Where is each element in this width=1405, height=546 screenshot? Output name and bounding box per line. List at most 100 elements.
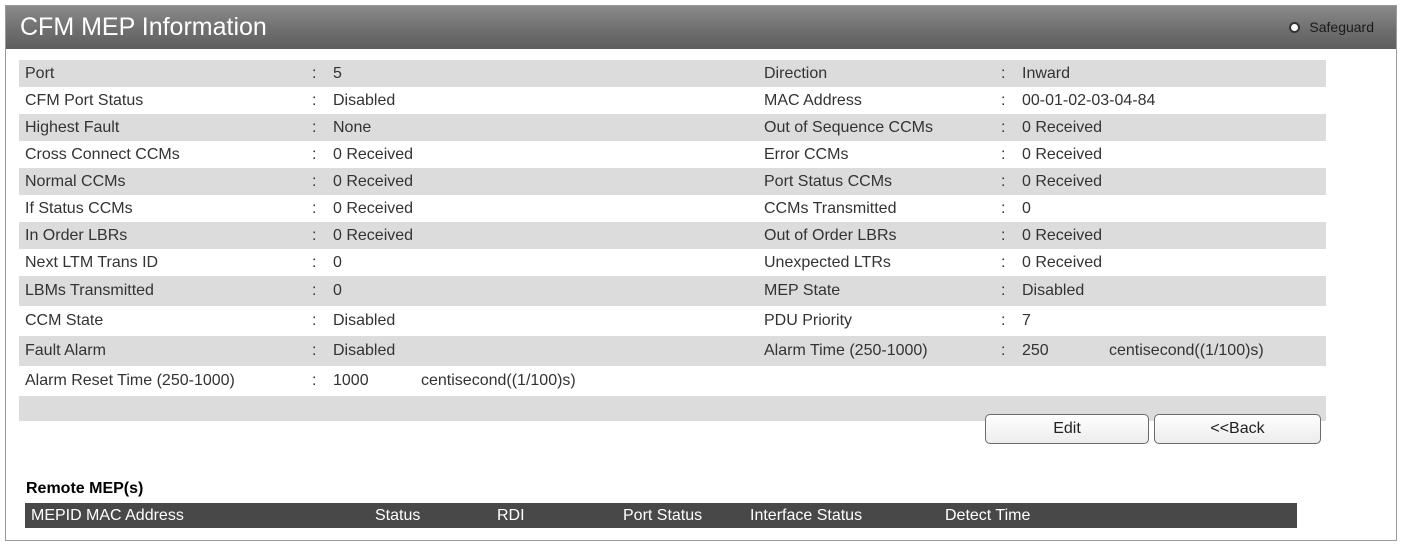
info-row: Alarm Reset Time (250-1000) : 1000 centi… xyxy=(19,366,1326,396)
field-value: 00-01-02-03-04-84 xyxy=(1022,92,1156,109)
field-colon: : xyxy=(1001,254,1006,271)
column-header-detect-time: Detect Time xyxy=(945,507,1031,524)
info-row: Next LTM Trans ID : 0 Unexpected LTRs : … xyxy=(19,249,1326,276)
field-unit: centisecond((1/100)s) xyxy=(421,372,576,389)
field-label: Port xyxy=(25,65,55,82)
field-colon: : xyxy=(1001,119,1006,136)
field-label: Out of Sequence CCMs xyxy=(764,119,933,136)
field-value: 0 xyxy=(333,254,342,271)
back-button[interactable]: <<Back xyxy=(1154,414,1321,444)
field-unit: centisecond((1/100)s) xyxy=(1109,342,1264,359)
field-label: If Status CCMs xyxy=(25,200,133,217)
safeguard-icon xyxy=(1289,21,1301,33)
field-value: Disabled xyxy=(1022,282,1085,299)
field-value: 7 xyxy=(1022,312,1031,329)
field-colon: : xyxy=(312,282,317,299)
info-row: Fault Alarm : Disabled Alarm Time (250-1… xyxy=(19,336,1326,366)
field-value: 0 Received xyxy=(1022,173,1103,190)
field-value: 0 Received xyxy=(1022,227,1103,244)
remote-mep-title: Remote MEP(s) xyxy=(26,480,144,497)
field-value: 0 xyxy=(333,282,342,299)
column-header-rdi: RDI xyxy=(497,507,525,524)
field-colon: : xyxy=(1001,92,1006,109)
field-label: PDU Priority xyxy=(764,312,853,329)
safeguard-label: Safeguard xyxy=(1309,19,1374,35)
field-colon: : xyxy=(1001,342,1006,359)
field-colon: : xyxy=(312,119,317,136)
field-colon: : xyxy=(1001,282,1006,299)
remote-mep-table-header: MEPID MAC Address Status RDI Port Status… xyxy=(25,503,1297,528)
column-header-port-status: Port Status xyxy=(623,507,703,524)
field-colon: : xyxy=(1001,65,1006,82)
field-colon: : xyxy=(312,227,317,244)
field-label: In Order LBRs xyxy=(25,227,128,244)
info-row: LBMs Transmitted : 0 MEP State : Disable… xyxy=(19,276,1326,306)
field-colon: : xyxy=(312,372,317,389)
field-value: Inward xyxy=(1022,65,1071,82)
field-value: Disabled xyxy=(333,312,396,329)
field-label: Alarm Reset Time (250-1000) xyxy=(25,372,235,389)
column-header-mepid: MEPID xyxy=(31,507,82,524)
field-value: 5 xyxy=(333,65,342,82)
field-label: Unexpected LTRs xyxy=(764,254,891,271)
edit-button[interactable]: Edit xyxy=(985,414,1149,444)
page-title: CFM MEP Information xyxy=(20,13,267,41)
field-colon: : xyxy=(312,254,317,271)
field-value: 0 Received xyxy=(1022,254,1103,271)
field-value: 0 Received xyxy=(333,146,414,163)
field-label: Direction xyxy=(764,65,828,82)
info-row: CCM State : Disabled PDU Priority : 7 xyxy=(19,306,1326,336)
field-value: 0 xyxy=(1022,200,1031,217)
field-colon: : xyxy=(312,92,317,109)
field-label: Port Status CCMs xyxy=(764,173,893,190)
field-value: 0 Received xyxy=(1022,119,1103,136)
title-bar: CFM MEP Information Safeguard xyxy=(6,6,1396,49)
field-label: Cross Connect CCMs xyxy=(25,146,180,163)
mep-info-table: Port : 5 Direction : Inward CFM Port Sta… xyxy=(19,60,1326,421)
field-label: CCM State xyxy=(25,312,104,329)
field-colon: : xyxy=(312,146,317,163)
field-colon: : xyxy=(312,200,317,217)
field-value: 0 Received xyxy=(333,200,414,217)
info-row: Port : 5 Direction : Inward xyxy=(19,60,1326,87)
field-value: 0 Received xyxy=(333,173,414,190)
field-label: MAC Address xyxy=(764,92,862,109)
field-label: MEP State xyxy=(764,282,841,299)
field-colon: : xyxy=(1001,200,1006,217)
field-label: CFM Port Status xyxy=(25,92,144,109)
info-row: CFM Port Status : Disabled MAC Address :… xyxy=(19,87,1326,114)
field-colon: : xyxy=(312,342,317,359)
info-row: If Status CCMs : 0 Received CCMs Transmi… xyxy=(19,195,1326,222)
column-header-mac-address: MAC Address xyxy=(86,507,184,524)
field-colon: : xyxy=(1001,146,1006,163)
field-label: Fault Alarm xyxy=(25,342,106,359)
field-label: CCMs Transmitted xyxy=(764,200,897,217)
field-label: Normal CCMs xyxy=(25,173,126,190)
field-label: Highest Fault xyxy=(25,119,120,136)
field-value: None xyxy=(333,119,372,136)
field-value: 1000 xyxy=(333,372,369,389)
column-header-interface-status: Interface Status xyxy=(750,507,863,524)
info-row: Normal CCMs : 0 Received Port Status CCM… xyxy=(19,168,1326,195)
field-value: Disabled xyxy=(333,92,396,109)
field-colon: : xyxy=(1001,227,1006,244)
field-label: Out of Order LBRs xyxy=(764,227,897,244)
info-row: Cross Connect CCMs : 0 Received Error CC… xyxy=(19,141,1326,168)
info-row: In Order LBRs : 0 Received Out of Order … xyxy=(19,222,1326,249)
field-value: Disabled xyxy=(333,342,396,359)
field-label: LBMs Transmitted xyxy=(25,282,154,299)
field-colon: : xyxy=(312,173,317,190)
field-colon: : xyxy=(312,312,317,329)
safeguard-indicator: Safeguard xyxy=(1289,19,1374,35)
field-value: 250 xyxy=(1022,342,1049,359)
field-label: Error CCMs xyxy=(764,146,849,163)
field-value: 0 Received xyxy=(1022,146,1103,163)
field-colon: : xyxy=(1001,312,1006,329)
field-label: Next LTM Trans ID xyxy=(25,254,159,271)
field-colon: : xyxy=(312,65,317,82)
field-value: 0 Received xyxy=(333,227,414,244)
info-row: Highest Fault : None Out of Sequence CCM… xyxy=(19,114,1326,141)
field-label: Alarm Time (250-1000) xyxy=(764,342,928,359)
field-colon: : xyxy=(1001,173,1006,190)
column-header-status: Status xyxy=(375,507,421,524)
